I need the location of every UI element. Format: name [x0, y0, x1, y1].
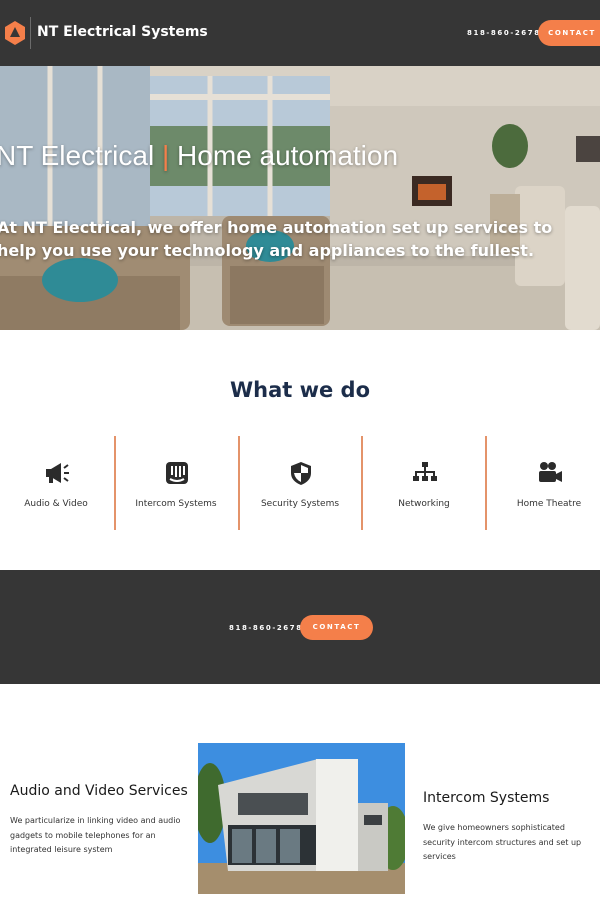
nt-logo-icon[interactable]: [4, 20, 26, 46]
audio-video-description: We particularize in linking video and au…: [10, 816, 181, 854]
intercom-description: We give homeowners sophisticated securit…: [423, 823, 582, 861]
brand-name[interactable]: NT Electrical Systems: [37, 24, 208, 40]
intercom-icon: [166, 462, 188, 484]
service-label: Security Systems: [260, 499, 340, 509]
service-label: Audio & Video: [24, 499, 88, 509]
service-divider: [361, 436, 363, 530]
service-label: Networking: [398, 499, 450, 509]
service-divider: [114, 436, 116, 530]
header-phone-link[interactable]: 818-860-2678: [467, 29, 541, 37]
service-home-theatre[interactable]: Home Theatre: [491, 436, 600, 530]
service-security[interactable]: Security Systems: [242, 436, 358, 530]
what-we-do-heading: What we do: [229, 378, 371, 402]
audio-video-title: Audio and Video Services: [10, 783, 188, 799]
site-header: NT Electrical Systems 818-860-2678 CONTA…: [0, 0, 600, 66]
service-label: Intercom Systems: [135, 499, 217, 509]
hero-title-topic: Home automation: [177, 140, 399, 171]
hero-banner: NT Electrical | Home automation At NT El…: [0, 66, 600, 330]
video-camera-icon: [539, 462, 562, 482]
living-room-photo: [0, 66, 600, 330]
hero-description: At NT Electrical, we offer home automati…: [0, 218, 553, 260]
cta-contact-button[interactable]: CONTACT: [300, 615, 373, 640]
cta-phone-link[interactable]: 818-860-2678: [229, 624, 303, 632]
service-intercom[interactable]: Intercom Systems: [118, 436, 234, 530]
hero-title: NT Electrical | Home automation: [0, 140, 398, 172]
service-divider: [485, 436, 487, 530]
service-networking[interactable]: Networking: [366, 436, 482, 530]
logo-divider: [30, 17, 31, 49]
service-divider: [238, 436, 240, 530]
intercom-title: Intercom Systems: [423, 790, 550, 806]
network-icon: [413, 462, 437, 481]
shield-icon: [291, 462, 311, 485]
header-contact-button[interactable]: CONTACT: [538, 20, 600, 46]
contact-band: 818-860-2678 CONTACT: [0, 570, 600, 684]
service-audio-video[interactable]: Audio & Video: [0, 436, 114, 530]
services-row: Audio & Video Intercom Systems Security …: [0, 436, 600, 530]
megaphone-icon: [46, 463, 69, 483]
hero-title-separator: |: [161, 140, 170, 171]
hero-title-brand: NT Electrical: [0, 140, 155, 171]
service-label: Home Theatre: [516, 499, 582, 509]
modern-house-photo: [198, 743, 405, 894]
